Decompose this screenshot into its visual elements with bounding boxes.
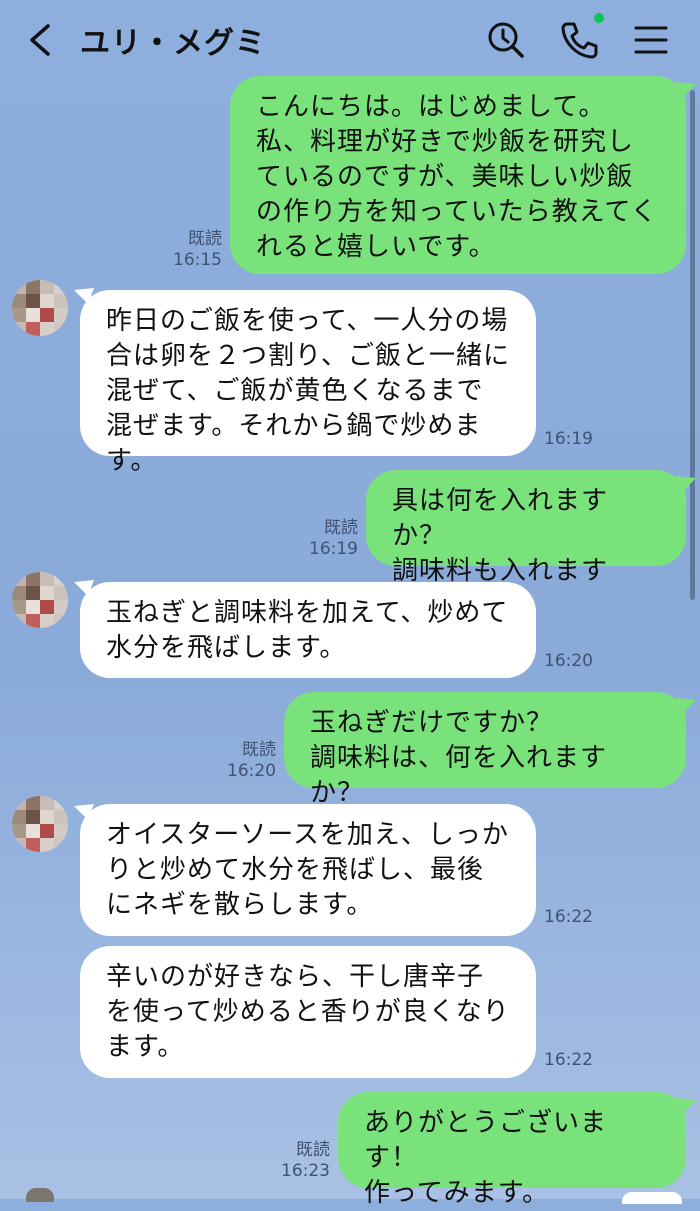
message-meta: 既読 16:23	[258, 1140, 330, 1182]
message-bubble[interactable]: 玉ねぎだけですか？ 調味料は、何を入れますか？	[284, 692, 686, 808]
message-time: 16:22	[544, 1050, 593, 1070]
message-meta: 既読 16:20	[204, 740, 276, 782]
message-meta: 既読 16:15	[150, 229, 222, 271]
bubble-tail	[676, 1098, 696, 1114]
read-receipt: 既読	[188, 229, 222, 249]
message-bubble[interactable]: 辛いのが好きなら、干し唐辛子を使って炒めると香りが良くなります。	[80, 946, 536, 1078]
message-time: 16:15	[173, 250, 222, 270]
message-meta: 既読 16:19	[286, 518, 358, 560]
message-bubble	[622, 1192, 682, 1204]
bubble-tail	[676, 82, 696, 98]
chat-header: ユリ・メグミ	[0, 0, 700, 78]
message-time: 16:20	[227, 761, 276, 781]
contact-name[interactable]: ユリ・メグミ	[80, 18, 266, 62]
message-time: 16:19	[309, 539, 358, 559]
avatar	[26, 1188, 54, 1202]
message-bubble[interactable]: 玉ねぎと調味料を加えて、炒めて水分を飛ばします。	[80, 582, 536, 678]
back-arrow-icon[interactable]	[22, 20, 58, 60]
message-bubble[interactable]: 昨日のご飯を使って、一人分の場合は卵を２つ割り、ご飯と一緒に混ぜて、ご飯が黄色く…	[80, 290, 536, 476]
avatar[interactable]	[12, 796, 68, 852]
message-bubble[interactable]: 具は何を入れますか？ 調味料も入れますか？	[366, 470, 686, 621]
message-time: 16:23	[281, 1161, 330, 1181]
message-bubble[interactable]: オイスターソースを加え、しっかりと炒めて水分を飛ばし、最後にネギを散らします。	[80, 804, 536, 936]
phone-icon[interactable]	[557, 18, 601, 62]
message-time: 16:22	[544, 907, 593, 927]
read-receipt: 既読	[324, 518, 358, 538]
avatar[interactable]	[12, 280, 68, 336]
online-status-dot	[594, 13, 604, 23]
message-time: 16:19	[544, 429, 593, 449]
message-time: 16:20	[544, 651, 593, 671]
read-receipt: 既読	[296, 1140, 330, 1160]
search-icon[interactable]	[484, 18, 528, 62]
avatar[interactable]	[12, 572, 68, 628]
message-bubble[interactable]: こんにちは。はじめまして。 私、料理が好きで炒飯を研究しているのですが、美味しい…	[230, 76, 686, 274]
message-bubble[interactable]: ありがとうございます！ 作ってみます。	[338, 1092, 686, 1208]
bubble-tail	[676, 476, 696, 492]
chat-scrollbar[interactable]	[690, 90, 695, 600]
read-receipt: 既読	[242, 740, 276, 760]
menu-icon[interactable]	[630, 18, 674, 62]
bubble-tail	[676, 698, 696, 714]
